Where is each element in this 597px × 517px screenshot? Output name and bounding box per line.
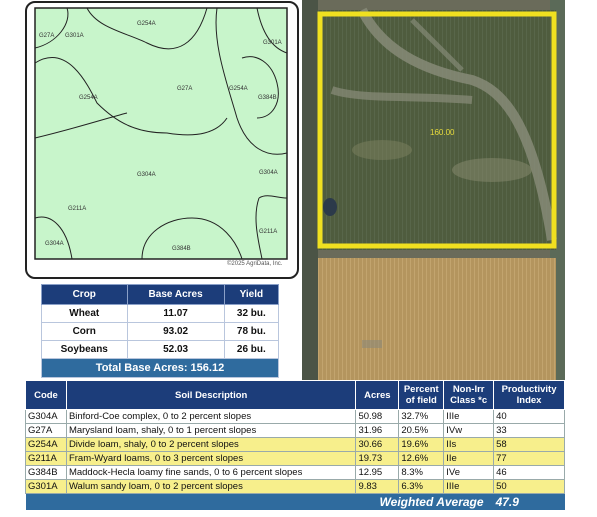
- crop-yield: 32 bu.: [223, 304, 280, 323]
- crop-name: Wheat: [41, 304, 128, 323]
- crop-name: Corn: [41, 322, 128, 341]
- map-label: G301A: [263, 40, 282, 46]
- map-label: G27A: [39, 33, 55, 39]
- crop-acres: 52.03: [126, 340, 225, 359]
- crop-header: Crop: [41, 284, 128, 305]
- soil-pct: 6.3%: [398, 479, 445, 494]
- total-base-acres-row: Total Base Acres: 156.12: [41, 358, 279, 378]
- soil-code: G301A: [25, 479, 67, 494]
- acres-header: Acres: [355, 380, 400, 410]
- soil-description-header: Soil Description: [65, 380, 357, 410]
- soil-table: Code Soil Description Acres Percent of f…: [25, 380, 565, 510]
- map-label: G304A: [45, 241, 64, 247]
- soil-acres: 19.73: [355, 451, 400, 466]
- weighted-average-row: Weighted Average 47.9: [25, 493, 565, 510]
- soil-row: G254A Divide loam, shaly, 0 to 2 percent…: [25, 437, 565, 452]
- soil-desc: Marysland loam, shaly, 0 to 1 percent sl…: [65, 423, 357, 438]
- map-label: G254A: [229, 86, 248, 92]
- map-label: G304A: [259, 170, 278, 176]
- soil-desc: Fram-Wyard loams, 0 to 3 percent slopes: [65, 451, 357, 466]
- soil-pct: 8.3%: [398, 465, 445, 480]
- crop-acres: 11.07: [126, 304, 225, 323]
- map-label: G27A: [177, 86, 193, 92]
- map-label: G211A: [259, 229, 278, 235]
- productivity-header: Productivity Index: [493, 380, 565, 410]
- soil-pi: 58: [493, 437, 565, 452]
- aerial-image: [302, 0, 565, 381]
- class-header: Non-Irr Class *c: [443, 380, 495, 410]
- soil-pi: 33: [493, 423, 565, 438]
- soil-acres: 9.83: [355, 479, 400, 494]
- map-label: G301A: [65, 33, 84, 39]
- map-label: G211A: [68, 206, 87, 212]
- map-label: G254A: [79, 95, 98, 101]
- soil-pi: 46: [493, 465, 565, 480]
- soil-code: G27A: [25, 423, 67, 438]
- soil-class: IVe: [443, 465, 495, 480]
- crop-yield: 78 bu.: [223, 322, 280, 341]
- crop-row: Wheat 11.07 32 bu.: [41, 304, 280, 323]
- soil-pct: 32.7%: [398, 409, 445, 424]
- code-header: Code: [25, 380, 67, 410]
- total-base-acres: Total Base Acres: 156.12: [41, 358, 279, 378]
- soil-row: G211A Fram-Wyard loams, 0 to 3 percent s…: [25, 451, 565, 466]
- base-acres-header: Base Acres: [126, 284, 225, 305]
- field-acreage-label: 160.00: [430, 128, 455, 137]
- soil-pi: 77: [493, 451, 565, 466]
- soil-class: IIIe: [443, 479, 495, 494]
- yield-header: Yield: [223, 284, 280, 305]
- soil-desc: Divide loam, shaly, 0 to 2 percent slope…: [65, 437, 357, 452]
- percent-header: Percent of field: [398, 380, 445, 410]
- map-label: G384B: [172, 246, 191, 252]
- aerial-photo: 160.00: [302, 0, 565, 381]
- soil-row: G27A Marysland loam, shaly, 0 to 1 perce…: [25, 423, 565, 438]
- crop-acres: 93.02: [126, 322, 225, 341]
- weighted-average-label: Weighted Average: [25, 493, 494, 510]
- soil-code: G254A: [25, 437, 67, 452]
- crop-yield: 26 bu.: [223, 340, 280, 359]
- soil-row: G304A Binford-Coe complex, 0 to 2 percen…: [25, 409, 565, 424]
- map-label: G254A: [137, 21, 156, 27]
- soil-desc: Walum sandy loam, 0 to 2 percent slopes: [65, 479, 357, 494]
- soil-class: IIs: [443, 437, 495, 452]
- map-copyright: ©2025 AgriData, Inc.: [227, 261, 283, 267]
- soil-class: IIIe: [443, 409, 495, 424]
- soil-acres: 30.66: [355, 437, 400, 452]
- map-label: G304A: [137, 172, 156, 178]
- soil-pct: 12.6%: [398, 451, 445, 466]
- soil-class: IIe: [443, 451, 495, 466]
- soil-row: G301A Walum sandy loam, 0 to 2 percent s…: [25, 479, 565, 494]
- soil-map: G27A G301A G254A G301A G254A G27A G254A …: [25, 1, 299, 279]
- soil-code: G384B: [25, 465, 67, 480]
- soil-desc: Maddock-Hecla loamy fine sands, 0 to 6 p…: [65, 465, 357, 480]
- crop-row: Soybeans 52.03 26 bu.: [41, 340, 280, 359]
- soil-class: IVw: [443, 423, 495, 438]
- crop-base-acres-table: Crop Base Acres Yield Wheat 11.07 32 bu.…: [41, 284, 280, 378]
- soil-pct: 19.6%: [398, 437, 445, 452]
- soil-acres: 12.95: [355, 465, 400, 480]
- soil-code: G304A: [25, 409, 67, 424]
- soil-map-polygons: [34, 7, 288, 260]
- soil-code: G211A: [25, 451, 67, 466]
- map-label: G384B: [258, 95, 277, 101]
- weighted-average-value: 47.9: [493, 493, 565, 510]
- soil-pi: 50: [493, 479, 565, 494]
- soil-desc: Binford-Coe complex, 0 to 2 percent slop…: [65, 409, 357, 424]
- soil-row: G384B Maddock-Hecla loamy fine sands, 0 …: [25, 465, 565, 480]
- crop-row: Corn 93.02 78 bu.: [41, 322, 280, 341]
- soil-acres: 31.96: [355, 423, 400, 438]
- crop-name: Soybeans: [41, 340, 128, 359]
- soil-pi: 40: [493, 409, 565, 424]
- soil-acres: 50.98: [355, 409, 400, 424]
- soil-pct: 20.5%: [398, 423, 445, 438]
